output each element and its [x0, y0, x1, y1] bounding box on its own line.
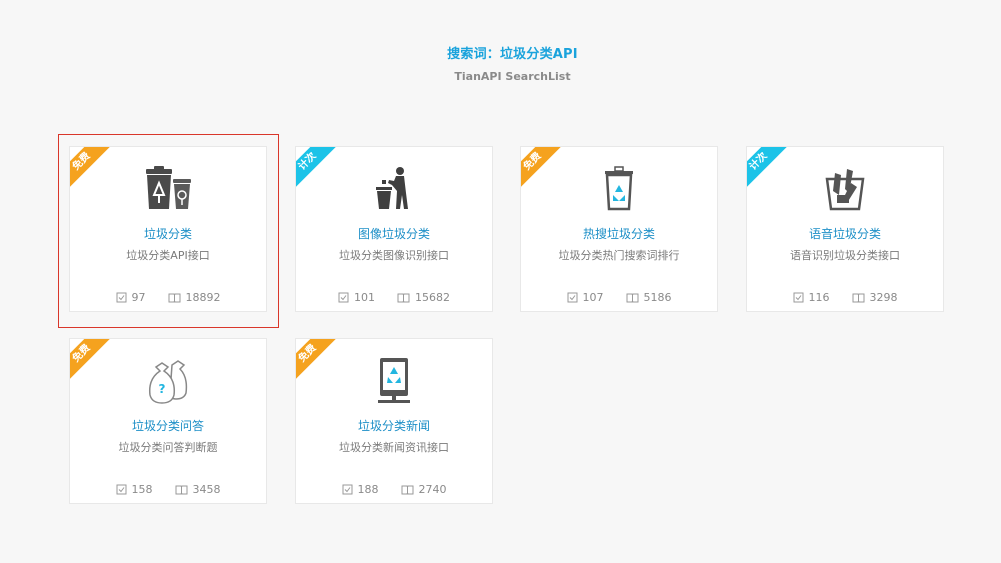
card-stats: 116 3298 [747, 291, 943, 304]
view-count: 3458 [175, 483, 221, 496]
book-icon [175, 485, 187, 495]
api-card-image-classification[interactable]: 计次 图像垃圾分类 垃圾分类图像识别接口 101 15682 [295, 146, 493, 312]
card-stats: 158 3458 [70, 483, 266, 496]
usage-value: 107 [582, 291, 604, 304]
trash-bins-icon [70, 165, 266, 213]
usage-value: 116 [808, 291, 830, 304]
view-count: 3298 [852, 291, 898, 304]
usage-value: 158 [131, 483, 153, 496]
api-card-qa[interactable]: 免费 ? 垃圾分类问答 垃圾分类问答判断题 158 3458 [69, 338, 267, 504]
question-bags-icon: ? [70, 357, 266, 405]
api-card-garbage-classification[interactable]: 免费 垃圾分类 垃圾分类API接口 97 18892 [69, 146, 267, 312]
card-title: 图像垃圾分类 [357, 227, 430, 241]
check-doc-icon [338, 292, 349, 303]
check-doc-icon [116, 484, 126, 495]
card-description: 垃圾分类热门搜索词排行 [558, 249, 680, 262]
card-stats: 97 18892 [70, 291, 266, 304]
search-subtitle: TianAPI SearchList [454, 70, 571, 83]
usage-count: 107 [567, 291, 604, 304]
recycle-bin-icon [521, 165, 717, 213]
card-stats: 101 15682 [296, 291, 492, 304]
card-description: 垃圾分类新闻资讯接口 [339, 441, 449, 454]
card-title: 语音垃圾分类 [808, 227, 881, 241]
usage-count: 101 [338, 291, 375, 304]
api-card-news[interactable]: 免费 垃圾分类新闻 垃圾分类新闻资讯接口 188 2740 [295, 338, 493, 504]
usage-count: 97 [116, 291, 146, 304]
api-card-hot-search[interactable]: 免费 热搜垃圾分类 垃圾分类热门搜索词排行 107 5186 [520, 146, 718, 312]
views-value: 2740 [418, 483, 447, 496]
views-value: 5186 [643, 291, 672, 304]
card-title: 热搜垃圾分类 [582, 227, 655, 241]
basket-trash-icon [747, 165, 943, 213]
api-card-voice-classification[interactable]: 计次 语音垃圾分类 语音识别垃圾分类接口 116 3298 [746, 146, 944, 312]
card-description: 垃圾分类问答判断题 [118, 441, 218, 454]
book-icon [168, 293, 180, 303]
card-title: 垃圾分类 [143, 227, 192, 241]
check-doc-icon [567, 292, 577, 303]
card-title: 垃圾分类问答 [131, 419, 204, 433]
view-count: 15682 [397, 291, 450, 304]
book-icon [397, 293, 410, 303]
book-icon [852, 293, 864, 303]
check-doc-icon [342, 484, 352, 495]
usage-value: 188 [357, 483, 379, 496]
usage-count: 188 [342, 483, 379, 496]
views-value: 3458 [192, 483, 221, 496]
usage-count: 158 [116, 483, 153, 496]
card-description: 垃圾分类图像识别接口 [339, 249, 449, 262]
search-title: 搜索词：垃圾分类API [447, 47, 578, 62]
views-value: 18892 [185, 291, 221, 304]
card-stats: 107 5186 [521, 291, 717, 304]
card-stats: 188 2740 [296, 483, 492, 496]
card-title: 垃圾分类新闻 [357, 419, 430, 433]
check-doc-icon [116, 292, 126, 303]
card-description: 垃圾分类API接口 [126, 249, 210, 262]
view-count: 18892 [168, 291, 221, 304]
view-count: 5186 [626, 291, 672, 304]
usage-value: 101 [354, 291, 375, 304]
person-throwing-trash-icon [296, 165, 492, 213]
recycle-tablet-icon [296, 357, 492, 405]
svg-text:?: ? [159, 382, 166, 396]
search-results-page: 搜索词：垃圾分类API TianAPI SearchList 免费 垃圾分类 垃… [0, 0, 1001, 563]
card-description: 语音识别垃圾分类接口 [790, 249, 900, 262]
views-value: 3298 [869, 291, 898, 304]
check-doc-icon [793, 292, 803, 303]
usage-count: 116 [793, 291, 830, 304]
views-value: 15682 [415, 291, 450, 304]
book-icon [626, 293, 638, 303]
usage-value: 97 [131, 291, 146, 304]
view-count: 2740 [401, 483, 447, 496]
book-icon [401, 485, 413, 495]
